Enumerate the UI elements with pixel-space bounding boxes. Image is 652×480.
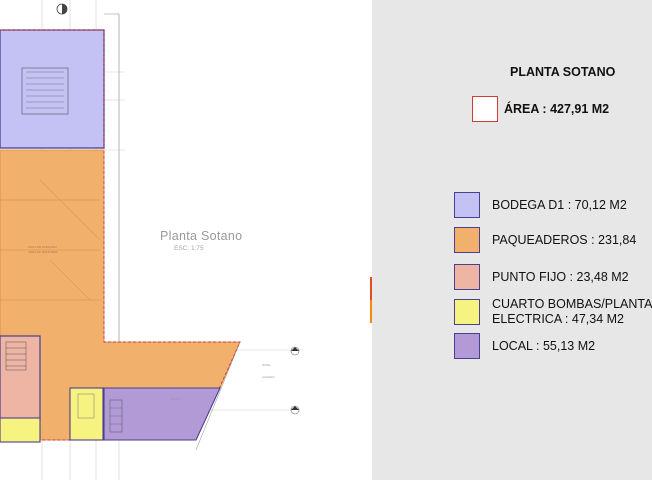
legend-item-label: LOCAL : 55,13 M2 bbox=[492, 338, 596, 353]
parking-notes: ZONA DE PARQUEO AREA DE MANIOBRA bbox=[28, 245, 58, 254]
legend-item-label: BODEGA D1 : 70,12 M2 bbox=[492, 197, 627, 212]
plan-scale: ESC: 1:75 bbox=[174, 245, 204, 252]
svg-text:ACCESO: ACCESO bbox=[262, 375, 275, 379]
legend-swatch bbox=[454, 192, 480, 218]
plan-label: Planta Sotano bbox=[160, 229, 243, 243]
legend-item-label: PAQUEADEROS : 231,84 bbox=[492, 232, 637, 247]
legend-swatch bbox=[454, 299, 480, 325]
svg-text:NIVEL: NIVEL bbox=[262, 363, 271, 367]
zone-bombas-left bbox=[0, 417, 41, 443]
svg-text:ZONA DE PARQUEO: ZONA DE PARQUEO bbox=[28, 245, 57, 249]
total-area-label: ÁREA : 427,91 M2 bbox=[504, 102, 610, 116]
legend-item-label: CUARTO BOMBAS/PLANTA ELECTRICA : 47,34 M… bbox=[492, 297, 652, 326]
zone-bodega bbox=[0, 29, 105, 149]
legend-swatch bbox=[454, 264, 480, 290]
area-swatch bbox=[472, 96, 498, 122]
legend-item-bombas: CUARTO BOMBAS/PLANTA ELECTRICA : 47,34 M… bbox=[454, 297, 652, 327]
legend-item-punto-fijo: PUNTO FIJO : 23,48 M2 bbox=[454, 264, 629, 290]
zone-bombas-right bbox=[69, 387, 104, 441]
legend-item-parqueaderos: PAQUEADEROS : 231,84 bbox=[454, 227, 636, 253]
legend-item-local: LOCAL : 55,13 M2 bbox=[454, 333, 595, 359]
legend-swatch bbox=[454, 227, 480, 253]
svg-text:RAMPA: RAMPA bbox=[170, 397, 180, 401]
floor-plan-drawing: ZONA DE PARQUEO AREA DE MANIOBRA NIVEL A… bbox=[0, 0, 372, 480]
legend-swatch bbox=[454, 333, 480, 359]
legend-item-label: PUNTO FIJO : 23,48 M2 bbox=[492, 269, 629, 284]
legend-item-bodega: BODEGA D1 : 70,12 M2 bbox=[454, 192, 627, 218]
svg-text:AREA DE MANIOBRA: AREA DE MANIOBRA bbox=[28, 250, 58, 254]
legend-panel: PLANTA SOTANO ÁREA : 427,91 M2 BODEGA D1… bbox=[372, 0, 652, 480]
legend-title: PLANTA SOTANO bbox=[510, 65, 616, 79]
total-area-row: ÁREA : 427,91 M2 bbox=[472, 96, 609, 122]
